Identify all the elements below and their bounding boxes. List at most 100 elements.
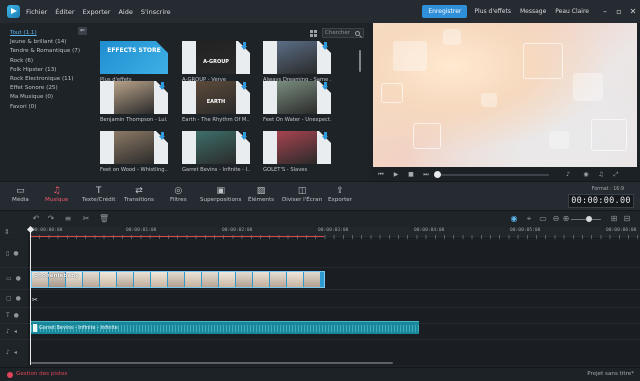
- category-item[interactable]: Ma Musique (0): [10, 93, 90, 102]
- skip-back-icon[interactable]: ⏮: [376, 170, 386, 180]
- collapse-panel-icon[interactable]: ⇐: [78, 27, 87, 35]
- scissors-icon[interactable]: ✂: [32, 296, 38, 304]
- category-item[interactable]: Jeune & brillant (14): [10, 38, 90, 47]
- eye-icon[interactable]: ●: [13, 250, 18, 257]
- grid-view-icon[interactable]: [310, 29, 317, 37]
- search-icon[interactable]: [355, 30, 360, 36]
- category-item[interactable]: Favori (0): [10, 103, 90, 112]
- media-thumbnail[interactable]: EFFECTS STORE: [100, 41, 168, 74]
- zoom-out-icon[interactable]: ⊖: [551, 214, 561, 224]
- media-tile[interactable]: A-GROUP A-GROUP - Verve: [182, 41, 250, 83]
- fit-timeline-icon[interactable]: ⊞: [609, 214, 619, 224]
- skin-link[interactable]: Peau Claire: [555, 8, 589, 15]
- download-icon[interactable]: [158, 132, 167, 141]
- download-icon[interactable]: [321, 42, 330, 51]
- close-icon[interactable]: ✕: [626, 7, 640, 16]
- menu-aide[interactable]: Aide: [118, 8, 132, 16]
- media-thumbnail[interactable]: [263, 81, 331, 114]
- eye-icon[interactable]: ●: [14, 312, 19, 319]
- media-tile[interactable]: Benjamin Thompson - Lul...: [100, 81, 168, 123]
- media-thumbnail[interactable]: [263, 131, 331, 164]
- timeline-ruler[interactable]: ⇕ 00:00:00:00 00:00:01:00 00:00:02:00 00…: [0, 227, 640, 239]
- playhead[interactable]: [30, 229, 31, 365]
- message-link[interactable]: Message: [520, 8, 546, 15]
- zoom-in-icon[interactable]: ⊕: [561, 214, 571, 224]
- media-thumbnail[interactable]: EARTH: [182, 81, 250, 114]
- undo-icon[interactable]: ↶: [31, 214, 41, 224]
- tool-split-screen[interactable]: ◫ Diviser l'Écran: [282, 186, 322, 203]
- download-icon[interactable]: [158, 82, 167, 91]
- media-tile[interactable]: Feet on Wood - Whistling...: [100, 131, 168, 173]
- media-tile[interactable]: Always Dreaming - Same ...: [263, 41, 331, 83]
- microphone-icon[interactable]: ♪: [563, 170, 573, 180]
- snapshot-icon[interactable]: ▭: [538, 214, 548, 224]
- play-icon[interactable]: ▶: [391, 170, 401, 180]
- category-item[interactable]: Effet Sonore (25): [10, 84, 90, 93]
- media-tile[interactable]: GOLET'S - Slaves: [263, 131, 331, 173]
- media-thumbnail[interactable]: [100, 131, 168, 164]
- category-item[interactable]: Rock (6): [10, 57, 90, 66]
- maximize-icon[interactable]: ▫: [612, 7, 626, 16]
- media-tile[interactable]: Feet On Water - Unexpect...: [263, 81, 331, 123]
- menu-editer[interactable]: Éditer: [55, 8, 74, 16]
- tool-music[interactable]: ♫ Musique: [45, 186, 68, 203]
- preview-seekbar[interactable]: [434, 170, 549, 178]
- eye-icon[interactable]: ●: [16, 295, 21, 302]
- media-tile[interactable]: EARTH Earth - The Rhythm Of M...: [182, 81, 250, 123]
- download-icon[interactable]: [321, 132, 330, 141]
- volume-icon[interactable]: ♫: [596, 170, 606, 180]
- delete-icon[interactable]: 🗑: [99, 214, 109, 224]
- media-scrollbar[interactable]: [359, 50, 361, 72]
- media-thumbnail[interactable]: A-GROUP: [182, 41, 250, 74]
- search-box[interactable]: [322, 28, 364, 38]
- tool-text[interactable]: T Texte/Crédit: [82, 186, 115, 203]
- tool-media[interactable]: ▭ Média: [12, 186, 29, 203]
- download-icon[interactable]: [240, 42, 249, 51]
- video-clip[interactable]: phoneniebaby: [31, 271, 325, 288]
- register-button[interactable]: Enregistrer: [422, 5, 468, 18]
- adjust-icon[interactable]: ≡: [63, 214, 73, 224]
- track-manager-link[interactable]: Gestion des pistes: [16, 371, 67, 377]
- media-tile[interactable]: EFFECTS STORE Plus d'effets: [100, 41, 168, 83]
- category-item[interactable]: Tendre & Romantique (7): [10, 47, 90, 56]
- cut-icon[interactable]: ✂: [81, 214, 91, 224]
- skip-forward-icon[interactable]: ⏭: [421, 170, 431, 180]
- tool-transitions[interactable]: ⇄ Transitions: [124, 186, 154, 203]
- menu-exporter[interactable]: Exporter: [83, 8, 111, 16]
- download-icon[interactable]: [240, 132, 249, 141]
- tool-elements[interactable]: ▨ Éléments: [248, 186, 274, 203]
- seek-knob[interactable]: [434, 170, 441, 178]
- menu-sinscrire[interactable]: S'inscrire: [141, 8, 171, 16]
- marker-icon[interactable]: ⌖: [524, 214, 534, 224]
- category-item[interactable]: Folk Hipster (13): [10, 66, 90, 75]
- camera-icon[interactable]: ◉: [581, 170, 591, 180]
- minimize-icon[interactable]: –: [598, 7, 612, 16]
- zoom-slider-knob[interactable]: [586, 216, 592, 222]
- tool-export[interactable]: ⇪ Exporter: [328, 186, 352, 203]
- media-thumbnail[interactable]: [100, 81, 168, 114]
- redo-icon[interactable]: ↷: [46, 214, 56, 224]
- track-manager-icon[interactable]: [7, 372, 13, 378]
- download-icon[interactable]: [240, 82, 249, 91]
- speaker-icon[interactable]: ◂: [14, 349, 17, 356]
- download-icon[interactable]: [321, 82, 330, 91]
- search-input[interactable]: [325, 29, 355, 37]
- render-icon[interactable]: ◉: [509, 214, 519, 224]
- media-tile[interactable]: Garret Bevins - Infinite - I...: [182, 131, 250, 173]
- category-item[interactable]: Rock Electronique (11): [10, 75, 90, 84]
- speaker-icon[interactable]: ◂: [14, 328, 17, 335]
- tool-overlays[interactable]: ▣ Superpositions: [200, 186, 241, 203]
- media-thumbnail[interactable]: [263, 41, 331, 74]
- stop-icon[interactable]: ■: [406, 170, 416, 180]
- audio-clip[interactable]: Garret Bevins - Infinite - Infinite: [31, 321, 419, 334]
- preview-screen[interactable]: [373, 23, 637, 167]
- media-thumbnail[interactable]: [182, 131, 250, 164]
- track-layout-icon[interactable]: ⊟: [622, 214, 632, 224]
- fullscreen-icon[interactable]: ⤢: [611, 170, 621, 180]
- timeline-scrollbar[interactable]: [31, 362, 393, 364]
- snap-icon[interactable]: ⇕: [4, 228, 10, 236]
- more-effects-link[interactable]: Plus d'effets: [474, 8, 511, 15]
- eye-icon[interactable]: ●: [16, 275, 21, 282]
- tool-filters[interactable]: ◎ Filtres: [170, 186, 187, 203]
- menu-fichier[interactable]: Fichier: [26, 8, 47, 16]
